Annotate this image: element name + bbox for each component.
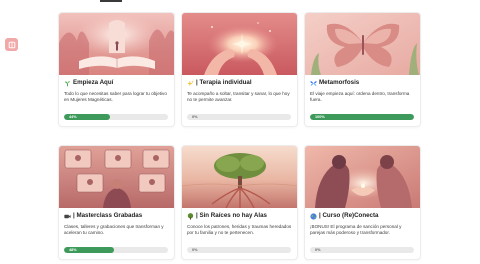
card-title: | Terapia individual xyxy=(196,79,252,87)
book-icon xyxy=(8,41,15,48)
card-description: Clases, talleres y grabaciones que trans… xyxy=(64,224,164,235)
course-grid: Empieza Aquí Todo lo que necesitas saber… xyxy=(58,12,421,260)
progress-label: 0% xyxy=(192,248,198,252)
course-card-metamorfosis[interactable]: Metamorfosis El viaje empieza aquí: orde… xyxy=(304,12,421,127)
progress-bar: 0% xyxy=(310,247,414,253)
course-image-open-book[interactable] xyxy=(59,13,175,75)
card-description: Todo lo que necesitas saber para lograr … xyxy=(64,91,167,102)
card-title: | Curso (Re)Conecta xyxy=(319,212,379,220)
course-card-masterclass-grabadas[interactable]: | Masterclass Grabadas Clases, talleres … xyxy=(58,145,175,260)
progress-bar: 48% xyxy=(64,247,168,253)
progress-bar: 0% xyxy=(187,114,291,120)
video-icon xyxy=(64,213,71,220)
card-description: Te acompaño a soltar, transitar y sanar,… xyxy=(187,91,290,102)
card-title: Empieza Aquí xyxy=(73,79,114,87)
card-description: ¡BONUS! El programa de sanción personal … xyxy=(310,224,402,235)
butterfly-icon xyxy=(310,80,317,87)
progress-label: 44% xyxy=(69,115,77,119)
globe-icon xyxy=(310,213,317,220)
progress-label: 100% xyxy=(315,115,325,119)
progress-label: 0% xyxy=(192,115,198,119)
sparkles-icon xyxy=(187,80,194,87)
card-description: Conoce los patrones, heridas y traumas h… xyxy=(187,224,292,235)
progress-bar: 44% xyxy=(64,114,168,120)
course-card-reconecta[interactable]: | Curso (Re)Conecta ¡BONUS! El programa … xyxy=(304,145,421,260)
course-card-sin-raices[interactable]: | Sin Raíces no hay Alas Conoce los patr… xyxy=(181,145,298,260)
progress-label: 48% xyxy=(69,248,77,252)
progress-label: 0% xyxy=(315,248,321,252)
card-description: El viaje empieza aquí: ordena dentro, tr… xyxy=(310,91,410,102)
course-image-couple[interactable] xyxy=(305,146,421,208)
card-title: | Sin Raíces no hay Alas xyxy=(196,212,267,220)
course-image-butterfly[interactable] xyxy=(305,13,421,75)
progress-bar: 0% xyxy=(187,247,291,253)
course-card-empieza-aqui[interactable]: Empieza Aquí Todo lo que necesitas saber… xyxy=(58,12,175,127)
progress-bar: 100% xyxy=(310,114,414,120)
progress-fill xyxy=(310,114,414,120)
card-title: Metamorfosis xyxy=(319,79,360,87)
card-title: | Masterclass Grabadas xyxy=(73,212,143,220)
course-image-tree-roots[interactable] xyxy=(182,146,298,208)
top-tab-indicator xyxy=(100,0,122,2)
course-image-glowing-hands[interactable] xyxy=(182,13,298,75)
course-image-video-call[interactable] xyxy=(59,146,175,208)
tree-icon xyxy=(187,213,194,220)
sprout-icon xyxy=(64,80,71,87)
side-book-button[interactable] xyxy=(5,38,18,51)
course-card-terapia-individual[interactable]: | Terapia individual Te acompaño a solta… xyxy=(181,12,298,127)
